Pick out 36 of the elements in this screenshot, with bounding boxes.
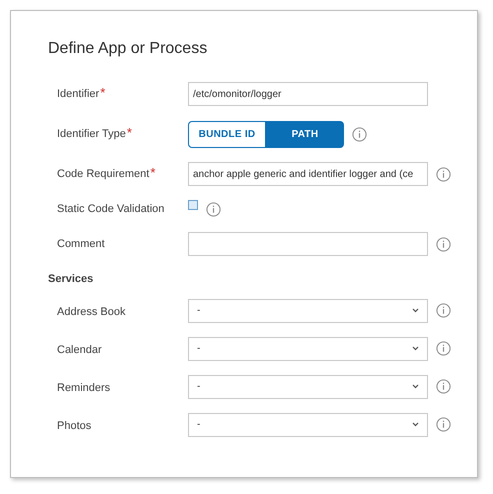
- chevron-down-icon: [412, 384, 419, 389]
- field-label: Code Requirement: [57, 166, 150, 182]
- select-field[interactable]: -: [188, 336, 428, 360]
- select-field[interactable]: -: [188, 298, 428, 322]
- field-label: Static Code Validation: [57, 202, 164, 217]
- field-label: Comment: [57, 236, 105, 252]
- checkbox[interactable]: [188, 200, 198, 210]
- field-label: Identifier: [57, 86, 100, 102]
- input-field[interactable]: anchor apple generic and identifier logger and (ce: [188, 162, 428, 186]
- field-label: Calendar: [57, 344, 102, 356]
- field-label: Photos: [57, 420, 92, 432]
- input-field[interactable]: /etc/omonitor/logger: [188, 82, 428, 106]
- chevron-down-icon: [412, 346, 419, 351]
- required-mark: *: [150, 166, 156, 179]
- required-mark: *: [126, 126, 132, 139]
- input-field[interactable]: [188, 232, 428, 256]
- segment-tab[interactable]: PATH: [266, 120, 344, 148]
- info-icon[interactable]: [352, 126, 367, 142]
- info-icon[interactable]: [436, 303, 451, 318]
- section-heading: Services: [48, 272, 94, 287]
- info-icon[interactable]: [436, 379, 451, 394]
- required-mark: *: [100, 86, 106, 99]
- segment-tab[interactable]: BUNDLE ID: [188, 120, 266, 148]
- info-icon[interactable]: [436, 166, 451, 182]
- field-label: Reminders: [57, 382, 110, 394]
- info-icon[interactable]: [436, 236, 451, 252]
- select-field[interactable]: -: [188, 412, 428, 436]
- chevron-down-icon: [412, 422, 419, 427]
- select-field[interactable]: -: [188, 374, 428, 398]
- info-icon[interactable]: [206, 202, 221, 216]
- chevron-down-icon: [412, 308, 419, 313]
- field-label: Address Book: [57, 306, 126, 318]
- info-icon[interactable]: [436, 341, 451, 356]
- field-label: Identifier Type: [57, 126, 126, 142]
- info-icon[interactable]: [436, 417, 451, 432]
- page-title: Define App or Process: [48, 39, 208, 59]
